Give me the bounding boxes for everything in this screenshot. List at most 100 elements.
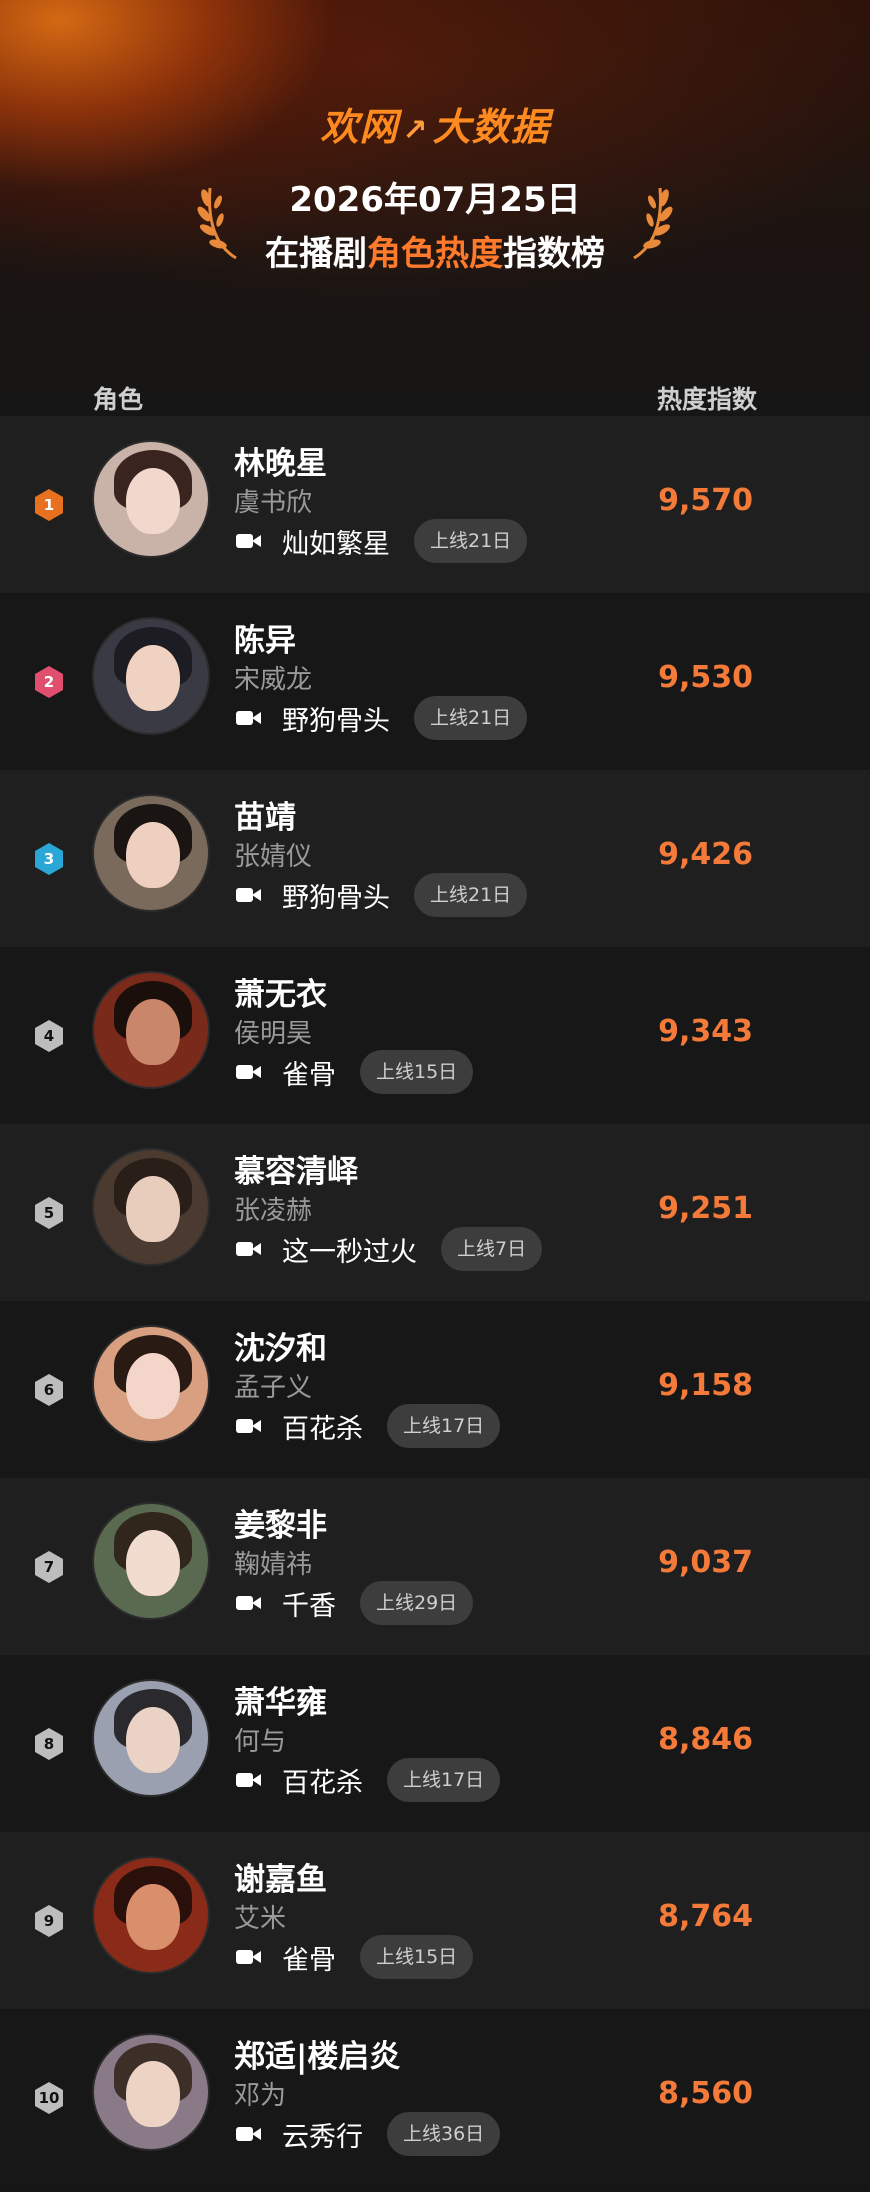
rank-badge: 2: [33, 665, 65, 699]
show-title[interactable]: 这一秒过火: [282, 1230, 417, 1269]
online-days-badge: 上线36日: [387, 2112, 501, 2156]
character-name[interactable]: 萧无衣: [234, 969, 327, 1014]
avatar[interactable]: [92, 971, 210, 1089]
actor-name[interactable]: 张婧仪: [234, 836, 312, 873]
online-days-badge: 上线15日: [360, 1050, 474, 1094]
video-camera-icon: [236, 532, 262, 550]
actor-name[interactable]: 张凌赫: [234, 1190, 312, 1227]
rank-number: 8: [43, 1735, 55, 1753]
ranking-row[interactable]: 7 姜黎非 鞠婧祎 千香 上线29日 9,037: [0, 1478, 870, 1655]
rank-number: 3: [43, 850, 55, 868]
show-info: 雀骨 上线15日: [236, 1935, 474, 1979]
column-header-heat-index: 热度指数: [657, 385, 758, 414]
actor-name[interactable]: 邓为: [234, 2075, 286, 2112]
character-name[interactable]: 沈汐和: [234, 1323, 327, 1368]
show-title[interactable]: 野狗骨头: [282, 699, 390, 738]
character-name[interactable]: 陈异: [234, 615, 296, 660]
online-days-badge: 上线21日: [414, 696, 528, 740]
show-title[interactable]: 千香: [282, 1584, 336, 1623]
rank-badge: 6: [33, 1373, 65, 1407]
actor-name[interactable]: 鞠婧祎: [234, 1544, 312, 1581]
heat-score: 8,560: [658, 2076, 753, 2111]
ranking-row[interactable]: 8 萧华雍 何与 百花杀 上线17日 8,846: [0, 1655, 870, 1832]
ranking-row[interactable]: 9 谢嘉鱼 艾米 雀骨 上线15日 8,764: [0, 1832, 870, 2009]
show-info: 灿如繁星 上线21日: [236, 519, 528, 563]
video-camera-icon: [236, 1771, 262, 1789]
avatar[interactable]: [92, 794, 210, 912]
online-days-badge: 上线17日: [387, 1404, 501, 1448]
logo-text-1: 欢网: [320, 105, 399, 149]
heat-score: 9,158: [658, 1368, 753, 1403]
character-name[interactable]: 郑适|楼启炎: [234, 2031, 400, 2076]
avatar[interactable]: [92, 1148, 210, 1266]
actor-name[interactable]: 侯明昊: [234, 1013, 312, 1050]
show-title[interactable]: 灿如繁星: [282, 522, 390, 561]
show-info: 千香 上线29日: [236, 1581, 474, 1625]
online-days-badge: 上线21日: [414, 873, 528, 917]
video-camera-icon: [236, 709, 262, 727]
title-highlight: 角色热度: [367, 234, 503, 274]
online-days-badge: 上线21日: [414, 519, 528, 563]
avatar[interactable]: [92, 2033, 210, 2151]
logo-text-2: 大数据: [432, 105, 550, 149]
video-camera-icon: [236, 1594, 262, 1612]
avatar[interactable]: [92, 440, 210, 558]
rank-number: 5: [43, 1204, 55, 1222]
ranking-row[interactable]: 1 林晚星 虞书欣 灿如繁星 上线21日 9,570: [0, 416, 870, 593]
heat-score: 9,570: [658, 483, 753, 518]
character-name[interactable]: 姜黎非: [234, 1500, 327, 1545]
show-info: 百花杀 上线17日: [236, 1404, 501, 1448]
column-header-role: 角色: [93, 385, 144, 414]
character-name[interactable]: 慕容清峄: [234, 1146, 358, 1191]
actor-name[interactable]: 艾米: [234, 1898, 286, 1935]
video-camera-icon: [236, 886, 262, 904]
ranking-row[interactable]: 3 苗靖 张婧仪 野狗骨头 上线21日 9,426: [0, 770, 870, 947]
actor-name[interactable]: 何与: [234, 1721, 286, 1758]
character-name[interactable]: 林晚星: [234, 438, 327, 483]
character-name[interactable]: 萧华雍: [234, 1677, 327, 1722]
rank-number: 7: [43, 1558, 55, 1576]
rank-number: 2: [43, 673, 55, 691]
show-title[interactable]: 云秀行: [282, 2115, 363, 2154]
ranking-row[interactable]: 4 萧无衣 侯明昊 雀骨 上线15日 9,343: [0, 947, 870, 1124]
actor-name[interactable]: 虞书欣: [234, 482, 312, 519]
rank-badge: 5: [33, 1196, 65, 1230]
character-name[interactable]: 苗靖: [234, 792, 296, 837]
rank-number: 9: [43, 1912, 55, 1930]
avatar[interactable]: [92, 1679, 210, 1797]
show-info: 雀骨 上线15日: [236, 1050, 474, 1094]
show-title[interactable]: 百花杀: [282, 1761, 363, 1800]
show-title[interactable]: 雀骨: [282, 1938, 336, 1977]
rank-badge: 3: [33, 842, 65, 876]
actor-name[interactable]: 宋威龙: [234, 659, 312, 696]
title-prefix: 在播剧: [265, 234, 367, 274]
ranking-row[interactable]: 10 郑适|楼启炎 邓为 云秀行 上线36日 8,560: [0, 2009, 870, 2186]
rank-number: 4: [43, 1027, 55, 1045]
ranking-row[interactable]: 6 沈汐和 孟子义 百花杀 上线17日 9,158: [0, 1301, 870, 1478]
rank-number: 1: [43, 496, 55, 514]
rank-number: 10: [38, 2089, 60, 2107]
online-days-badge: 上线7日: [441, 1227, 543, 1271]
show-info: 云秀行 上线36日: [236, 2112, 501, 2156]
ranking-row[interactable]: 2 陈异 宋威龙 野狗骨头 上线21日 9,530: [0, 593, 870, 770]
character-name[interactable]: 谢嘉鱼: [234, 1854, 327, 1899]
show-info: 野狗骨头 上线21日: [236, 696, 528, 740]
avatar[interactable]: [92, 1502, 210, 1620]
show-title[interactable]: 野狗骨头: [282, 876, 390, 915]
rank-badge: 4: [33, 1019, 65, 1053]
heat-score: 9,530: [658, 660, 753, 695]
rank-badge: 8: [33, 1727, 65, 1761]
avatar[interactable]: [92, 1856, 210, 1974]
actor-name[interactable]: 孟子义: [234, 1367, 312, 1404]
show-info: 这一秒过火 上线7日: [236, 1227, 543, 1271]
avatar[interactable]: [92, 617, 210, 735]
online-days-badge: 上线15日: [360, 1935, 474, 1979]
rank-number: 6: [43, 1381, 55, 1399]
avatar[interactable]: [92, 1325, 210, 1443]
show-title[interactable]: 雀骨: [282, 1053, 336, 1092]
brand-logo: 欢网 ↗ 大数据: [0, 96, 870, 151]
ranking-row[interactable]: 5 慕容清峄 张凌赫 这一秒过火 上线7日 9,251: [0, 1124, 870, 1301]
rank-badge: 9: [33, 1904, 65, 1938]
online-days-badge: 上线17日: [387, 1758, 501, 1802]
show-title[interactable]: 百花杀: [282, 1407, 363, 1446]
